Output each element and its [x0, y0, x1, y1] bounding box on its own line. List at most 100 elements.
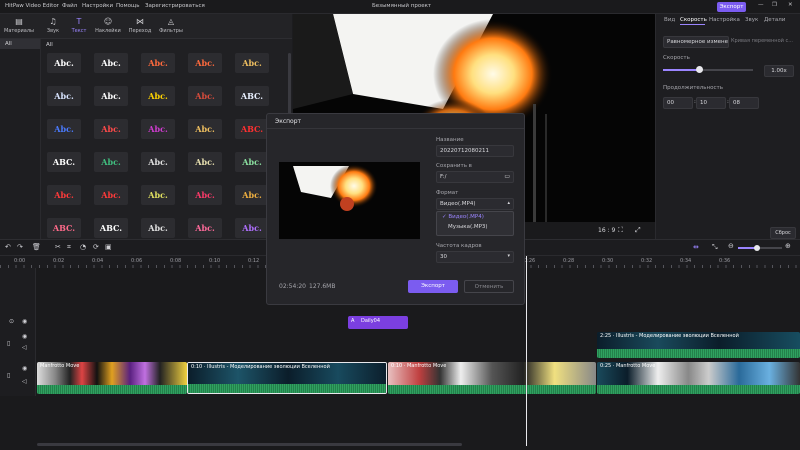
dialog-export-button[interactable]: Экспорт — [408, 280, 458, 293]
speaker-icon[interactable]: ◁ — [22, 378, 27, 385]
fit-icon[interactable]: ⤡ — [712, 243, 718, 252]
menu-register[interactable]: Зарегистрироваться — [145, 3, 205, 9]
text-style-tile[interactable]: Abc. — [141, 119, 175, 139]
text-style-tile[interactable]: Abc. — [94, 152, 128, 172]
zoom-out-icon[interactable]: ⊖ — [728, 242, 734, 250]
tool-materials[interactable]: ▤ Материалы — [2, 14, 36, 39]
text-style-tile[interactable]: Abc. — [94, 185, 128, 205]
crop-icon[interactable]: ⌗ — [67, 243, 71, 252]
maximize-icon[interactable]: ❐ — [772, 2, 777, 8]
tab-view[interactable]: Вид — [664, 17, 675, 23]
text-style-tile[interactable]: ABC. — [94, 218, 128, 238]
text-style-tile[interactable]: Abc. — [94, 86, 128, 106]
undo-icon[interactable]: ↶ — [5, 243, 11, 251]
text-style-tile[interactable]: Abc. — [94, 119, 128, 139]
lock-icon[interactable]: ▯ — [7, 340, 10, 347]
text-style-tile[interactable]: Abc. — [141, 53, 175, 73]
speaker-icon[interactable]: ◁ — [22, 344, 27, 351]
media-toolbar: ▤ Материалы ♫ Звук T Текст ☺ Наклейки ⋈ Перех… — [0, 14, 292, 39]
text-style-tile[interactable]: Abc. — [235, 185, 269, 205]
text-style-tile[interactable]: Abc. — [188, 185, 222, 205]
tool-transition[interactable]: ⋈ Переход — [123, 14, 157, 39]
video-clip-upper[interactable]: 2:25 · Illustris - Моделирование эволюци… — [597, 332, 800, 358]
format-option-mp3[interactable]: Музыка(.MP3) — [437, 222, 513, 232]
format-option-mp4[interactable]: ✓ Видео(.MP4) — [437, 212, 513, 222]
format-select[interactable]: Видео(.MP4) ▴ — [436, 198, 514, 210]
export-button[interactable]: Экспорт — [717, 2, 746, 12]
text-style-tile[interactable]: ABC. — [47, 152, 81, 172]
menu-help[interactable]: Помощь — [116, 3, 139, 9]
zoom-in-icon[interactable]: ⊕ — [785, 242, 791, 250]
eye-icon[interactable]: ◉ — [22, 318, 27, 325]
lock-icon[interactable]: ⊙ — [9, 318, 14, 325]
speed-slider-handle[interactable] — [696, 66, 703, 73]
speed-value[interactable]: 1.00x — [764, 65, 794, 77]
speed-slider[interactable] — [663, 69, 753, 71]
text-style-tile[interactable]: Abc. — [94, 53, 128, 73]
mode-uniform[interactable]: Равномерное изменен... — [663, 36, 729, 48]
delete-icon[interactable]: 🗑 — [32, 243, 41, 251]
duration-hours[interactable]: 00 — [663, 97, 693, 109]
reset-button[interactable]: Сброс — [770, 227, 796, 239]
text-style-tile[interactable]: Abc. — [235, 218, 269, 238]
text-style-tile[interactable]: Abc. — [188, 152, 222, 172]
menu-settings[interactable]: Настройки — [82, 3, 113, 9]
duration-minutes[interactable]: 10 — [696, 97, 726, 109]
category-all[interactable]: All — [0, 39, 40, 49]
tool-filters[interactable]: ◬ Фильтры — [154, 14, 188, 39]
crop-icon[interactable]: ⛶ — [618, 226, 623, 235]
text-style-tile[interactable]: Abc. — [141, 152, 175, 172]
text-style-tile[interactable]: ABC. — [235, 119, 269, 139]
redo-icon[interactable]: ↷ — [17, 243, 23, 251]
snap-icon[interactable]: ⇹ — [693, 243, 699, 251]
dialog-cancel-button[interactable]: Отменить — [464, 280, 514, 293]
zoom-slider-handle[interactable] — [754, 245, 760, 251]
text-clip[interactable]: A Daily04 — [348, 316, 408, 329]
eye-icon[interactable]: ◉ — [22, 333, 27, 340]
text-style-tile[interactable]: ABC. — [47, 218, 81, 238]
text-style-tile[interactable]: Abc. — [47, 53, 81, 73]
aspect-ratio-select[interactable]: 16 : 9 — [598, 227, 615, 234]
playhead[interactable] — [526, 256, 527, 446]
video-clip-main-1[interactable]: Manfrotto Move — [37, 362, 187, 394]
save-to-input[interactable]: F:/ ▭ — [436, 171, 514, 183]
text-style-tile[interactable]: Abc. — [235, 53, 269, 73]
video-clip-main-4[interactable]: 0:25 · Manfrotto Move — [597, 362, 800, 394]
close-icon[interactable]: ✕ — [788, 2, 793, 8]
video-clip-main-3[interactable]: 0:10 · Manfrotto Move — [388, 362, 596, 394]
text-style-tile[interactable]: Abc. — [188, 86, 222, 106]
text-style-tile[interactable]: Abc. — [188, 119, 222, 139]
text-style-tile[interactable]: Abc. — [188, 53, 222, 73]
tab-details[interactable]: Детали — [764, 17, 785, 23]
duration-seconds[interactable]: 08 — [729, 97, 759, 109]
text-style-tile[interactable]: Abc. — [47, 119, 81, 139]
tab-audio[interactable]: Звук — [745, 17, 758, 23]
text-style-tile[interactable]: Abc. — [235, 152, 269, 172]
fps-select[interactable]: 30 ▾ — [436, 251, 514, 263]
text-style-tile[interactable]: Abc. — [47, 185, 81, 205]
split-icon[interactable]: ✂ — [55, 243, 61, 251]
name-input[interactable]: 20220712080211 — [436, 145, 514, 157]
fullscreen-icon[interactable]: ⤢ — [635, 226, 641, 235]
text-style-tile[interactable]: Abc. — [141, 86, 175, 106]
text-style-tile[interactable]: Abc. — [141, 185, 175, 205]
eye-icon[interactable]: ◉ — [22, 365, 27, 372]
speed-icon[interactable]: ◔ — [80, 243, 86, 251]
zoom-slider[interactable] — [738, 247, 782, 249]
text-style-tile[interactable]: ABC. — [235, 86, 269, 106]
mode-curve[interactable]: Кривая переменной с... — [731, 38, 795, 44]
text-style-tile[interactable]: Abc. — [47, 86, 81, 106]
tab-settings[interactable]: Настройка — [709, 17, 740, 23]
timeline-scrollbar[interactable] — [37, 443, 462, 446]
minimize-icon[interactable]: — — [758, 2, 764, 8]
video-clip-main-2[interactable]: 0:10 · Illustris - Моделирование эволюци… — [187, 362, 387, 394]
menu-file[interactable]: Файл — [62, 3, 77, 9]
text-style-tile[interactable]: Abc. — [188, 218, 222, 238]
tab-speed[interactable]: Скорость — [680, 17, 707, 23]
rotate-icon[interactable]: ⟳ — [93, 243, 99, 251]
freeze-icon[interactable]: ▣ — [105, 243, 112, 251]
folder-icon[interactable]: ▭ — [504, 173, 510, 180]
tool-stickers[interactable]: ☺ Наклейки — [91, 14, 125, 39]
text-style-tile[interactable]: Abc. — [141, 218, 175, 238]
lock-icon[interactable]: ▯ — [7, 372, 10, 379]
